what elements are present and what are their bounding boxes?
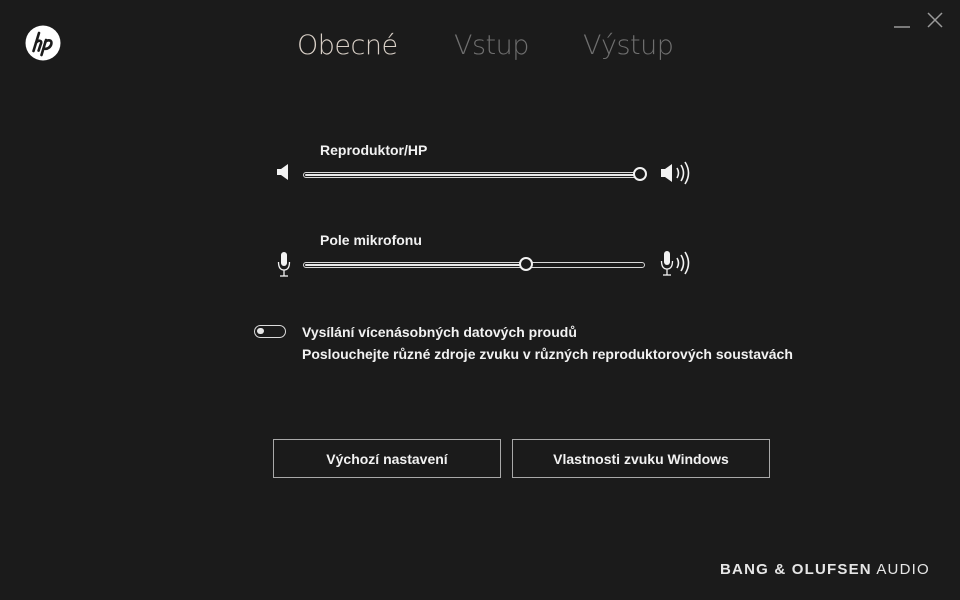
microphone-label: Pole mikrofonu [320,232,422,248]
close-icon[interactable] [923,8,947,32]
microphone-volume-control: Pole mikrofonu [270,232,710,282]
brand-name: BANG & OLUFSEN [720,561,872,578]
speaker-volume-control: Reproduktor/HP [270,142,710,192]
speaker-label: Reproduktor/HP [320,142,428,158]
brand-suffix: AUDIO [871,561,930,578]
windows-sound-properties-button[interactable]: Vlastnosti zvuku Windows [512,439,770,478]
speaker-low-icon [277,164,288,180]
tab-general[interactable]: Obecné [297,30,398,61]
multistream-description: Poslouchejte různé zdroje zvuku v různýc… [302,346,793,362]
multistream-title: Vysílání vícenásobných datových proudů [302,324,577,340]
speaker-volume-thumb[interactable] [633,167,647,181]
tab-output[interactable]: Výstup [583,30,674,61]
tab-bar: Obecné Vstup Výstup [0,30,960,70]
restore-defaults-button[interactable]: Výchozí nastavení [273,439,501,478]
speaker-high-icon [661,161,690,185]
multistream-toggle-knob [257,328,264,334]
multistream-toggle[interactable] [254,325,286,338]
microphone-high-icon [660,251,690,276]
speaker-volume-slider[interactable] [303,167,647,181]
microphone-volume-fill [305,264,529,266]
brand-logo: BANG & OLUFSEN AUDIO [720,561,930,578]
microphone-volume-slider[interactable] [303,257,645,271]
microphone-low-icon [277,252,291,277]
speaker-volume-fill [305,174,643,176]
microphone-volume-thumb[interactable] [519,257,534,271]
minimize-icon[interactable] [890,8,914,32]
tab-input[interactable]: Vstup [454,30,529,61]
